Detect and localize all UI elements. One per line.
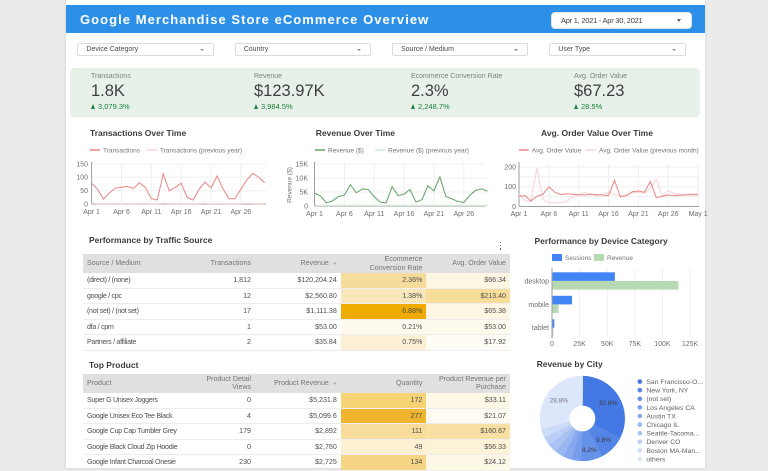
svg-text:50: 50 (80, 188, 88, 195)
svg-text:10K: 10K (296, 175, 309, 182)
svg-text:Apr 21: Apr 21 (628, 211, 649, 218)
svg-text:0: 0 (304, 203, 308, 210)
svg-text:Avg. Order Value: Avg. Order Value (532, 148, 582, 155)
svg-text:Apr 16: Apr 16 (171, 209, 192, 216)
svg-text:Apr 26: Apr 26 (230, 209, 251, 216)
svg-text:Revenue Over Time: Revenue Over Time (316, 128, 395, 138)
svg-text:Apr 1: Apr 1 (83, 209, 100, 216)
svg-text:Austin TX: Austin TX (646, 413, 676, 420)
svg-text:Apr 6: Apr 6 (113, 209, 130, 216)
svg-text:San Francisco-O...: San Francisco-O... (646, 379, 703, 386)
svg-text:Revenue: Revenue (607, 255, 633, 262)
svg-text:New York, NY: New York, NY (646, 388, 688, 395)
svg-text:Apr 21: Apr 21 (424, 211, 445, 218)
svg-text:15K: 15K (296, 161, 309, 168)
svg-text:Revenue ($): Revenue ($) (328, 148, 364, 155)
svg-text:100K: 100K (654, 341, 671, 348)
svg-text:Performance by Device Category: Performance by Device Category (535, 236, 668, 246)
svg-text:0: 0 (84, 201, 88, 208)
svg-text:0: 0 (550, 341, 554, 348)
svg-text:Seattle-Tacoma...: Seattle-Tacoma... (646, 431, 699, 438)
svg-text:Revenue ($) (previous year): Revenue ($) (previous year) (388, 148, 469, 155)
svg-text:tablet: tablet (532, 325, 549, 332)
svg-text:Apr 1: Apr 1 (511, 211, 528, 218)
svg-text:Apr 21: Apr 21 (201, 209, 222, 216)
svg-text:28.8%: 28.8% (550, 397, 569, 404)
svg-text:(not set): (not set) (646, 396, 671, 403)
svg-text:Boston MA-Man...: Boston MA-Man... (646, 448, 701, 455)
svg-text:Apr 26: Apr 26 (658, 211, 679, 218)
svg-text:Apr 16: Apr 16 (394, 211, 415, 218)
svg-text:Denver CO: Denver CO (646, 439, 680, 446)
svg-text:100: 100 (504, 184, 516, 191)
svg-text:32.6%: 32.6% (599, 400, 618, 407)
svg-text:50K: 50K (601, 341, 614, 348)
svg-text:150: 150 (76, 161, 88, 168)
svg-text:75K: 75K (629, 341, 642, 348)
svg-text:Avg. Order Value (previous mon: Avg. Order Value (previous month) (599, 148, 699, 155)
svg-text:Transactions: Transactions (103, 148, 141, 155)
svg-text:Apr 11: Apr 11 (364, 211, 384, 218)
svg-text:Chicago IL: Chicago IL (646, 422, 679, 429)
svg-text:Apr 26: Apr 26 (453, 211, 474, 218)
svg-text:Los Angeles CA: Los Angeles CA (646, 405, 695, 412)
svg-text:Apr 11: Apr 11 (569, 211, 589, 218)
svg-text:125K: 125K (682, 341, 699, 348)
svg-text:Apr 6: Apr 6 (541, 211, 558, 218)
svg-text:Revenue ($): Revenue ($) (287, 167, 294, 203)
svg-text:Revenue by City: Revenue by City (537, 359, 603, 369)
svg-text:Transactions (previous year): Transactions (previous year) (160, 148, 242, 155)
svg-text:Apr 6: Apr 6 (336, 211, 353, 218)
svg-text:desktop: desktop (524, 278, 549, 285)
svg-text:Apr 1: Apr 1 (306, 211, 323, 218)
svg-text:mobile: mobile (528, 302, 549, 309)
svg-text:25K: 25K (573, 341, 586, 348)
svg-text:5K: 5K (299, 189, 308, 196)
svg-text:0: 0 (512, 204, 516, 211)
svg-text:Apr 16: Apr 16 (598, 211, 619, 218)
svg-text:others: others (646, 456, 665, 463)
svg-text:May 1: May 1 (689, 211, 708, 218)
svg-text:Transactions Over Time: Transactions Over Time (90, 128, 186, 138)
svg-text:9.8%: 9.8% (596, 437, 611, 444)
svg-text:Sessions: Sessions (565, 255, 592, 262)
svg-text:100: 100 (76, 175, 88, 182)
svg-text:200: 200 (504, 164, 516, 171)
svg-text:Avg. Order Value Over Time: Avg. Order Value Over Time (541, 128, 653, 138)
svg-text:8.2%: 8.2% (582, 447, 597, 454)
svg-text:Apr 11: Apr 11 (141, 209, 161, 216)
